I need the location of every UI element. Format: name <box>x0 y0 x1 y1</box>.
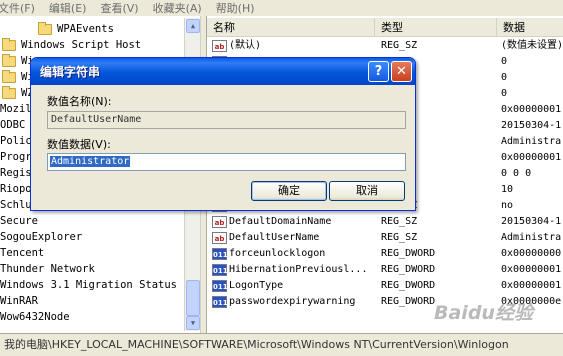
menu-help[interactable]: 帮助(H) <box>212 0 259 16</box>
value-name: forceunlocklogon <box>229 248 326 259</box>
column-header-name[interactable]: 名称 <box>207 18 375 37</box>
scroll-up-icon[interactable]: ▲ <box>186 19 200 33</box>
value-type: REG_DWORD <box>381 264 436 275</box>
tree-item[interactable]: Windows Script Host <box>2 37 141 53</box>
dword-value-icon: 011 <box>212 280 228 292</box>
list-row[interactable]: ab DefaultDomainName REG_SZ 20150304-1 <box>207 214 563 230</box>
value-data: 0x00000001 <box>501 264 562 275</box>
value-name: (默认) <box>229 40 262 51</box>
menu-bar: 文件(F) 编辑(E) 查看(V) 收藏夹(A) 帮助(H) <box>0 0 563 16</box>
value-name: DefaultDomainName <box>229 216 332 227</box>
value-name-field: DefaultUserName <box>47 111 406 129</box>
value-name: LogonType <box>229 280 284 291</box>
dialog-title: 编辑字符串 <box>40 65 101 79</box>
value-type: REG_SZ <box>381 216 418 227</box>
list-row[interactable]: 011 forceunlocklogon REG_DWORD 0x00000000 <box>207 246 563 262</box>
value-data: 20150304-1 <box>501 216 562 227</box>
value-name: passwordexpirywarning <box>229 296 356 307</box>
scroll-thumb[interactable] <box>186 280 200 316</box>
value-data: 0 0 0 <box>501 168 532 179</box>
ok-button[interactable]: 确定 <box>251 181 327 201</box>
value-data: Administra <box>501 232 562 243</box>
list-row[interactable]: 011 HibernationPreviousl... REG_DWORD 0x000… <box>207 262 563 278</box>
value-name: HibernationPreviousl... <box>229 264 368 275</box>
dword-value-icon: 011 <box>212 296 228 308</box>
tree-item[interactable]: ODBC <box>0 117 25 133</box>
value-data: 0 <box>501 56 508 67</box>
menu-edit[interactable]: 编辑(E) <box>45 0 91 16</box>
folder-icon <box>2 69 16 83</box>
help-icon[interactable]: ? <box>368 61 389 82</box>
tree-item[interactable]: Windows 3.1 Migration Status <box>0 277 177 293</box>
folder-icon <box>38 21 52 35</box>
tree-item[interactable]: WPAEvents <box>38 21 114 37</box>
value-data: 0x00000000 <box>501 248 562 259</box>
value-data-input[interactable]: Administrator <box>47 153 406 171</box>
string-value-icon: ab <box>212 216 227 228</box>
value-data: 0 <box>501 72 508 83</box>
status-bar: 我的电脑\HKEY_LOCAL_MACHINE\SOFTWARE\Microso… <box>0 333 563 356</box>
value-type: REG_DWORD <box>381 248 436 259</box>
value-data: (数值未设置) <box>501 40 563 51</box>
value-name-label: 数值名称(N): <box>47 95 112 108</box>
value-name: DefaultUserName <box>229 232 320 243</box>
menu-file[interactable]: 文件(F) <box>0 0 39 16</box>
value-type: REG_SZ <box>381 40 418 51</box>
watermark: Baidu经验 <box>434 302 533 324</box>
value-type: REG_SZ <box>381 232 418 243</box>
scroll-down-icon[interactable]: ▼ <box>186 316 200 330</box>
tree-item[interactable]: Secure <box>0 213 38 229</box>
list-row[interactable]: ab (默认) REG_SZ (数值未设置) <box>207 38 563 54</box>
value-data-selection: Administrator <box>50 156 131 167</box>
value-data: 20150304-1 <box>501 120 562 131</box>
list-row[interactable]: ab DefaultUserName REG_SZ Administra <box>207 230 563 246</box>
folder-icon <box>2 37 16 51</box>
tree-item[interactable]: Tencent <box>0 245 44 261</box>
string-value-icon: ab <box>212 40 227 52</box>
string-value-icon: ab <box>212 232 227 244</box>
dword-value-icon: 011 <box>212 264 228 276</box>
folder-icon <box>2 85 16 99</box>
value-data: 0x00000001 <box>501 104 562 115</box>
cancel-button[interactable]: 取消 <box>329 181 405 201</box>
list-header: 名称 类型 数据 <box>207 18 563 37</box>
close-icon[interactable]: ✕ <box>391 61 412 82</box>
value-type: REG_DWORD <box>381 280 436 291</box>
tree-item[interactable]: Thunder Network <box>0 261 95 277</box>
value-data: 0x00000001 <box>501 280 562 291</box>
dword-value-icon: 011 <box>212 248 228 260</box>
value-data-label: 数值数据(V): <box>47 138 111 151</box>
column-header-data[interactable]: 数据 <box>497 18 563 37</box>
tree-item[interactable]: SogouExplorer <box>0 229 82 245</box>
tree-item[interactable]: WinRAR <box>0 293 38 309</box>
folder-icon <box>2 53 16 67</box>
menu-view[interactable]: 查看(V) <box>96 0 142 16</box>
value-data: 0x00000001 <box>501 152 562 163</box>
value-data: 0 <box>501 88 508 99</box>
dialog-titlebar[interactable]: 编辑字符串 ? ✕ <box>31 58 415 85</box>
value-data: Administra <box>501 136 562 147</box>
tree-item[interactable]: Wow6432Node <box>0 309 70 325</box>
column-header-type[interactable]: 类型 <box>375 18 497 37</box>
list-row[interactable]: 011 LogonType REG_DWORD 0x00000001 <box>207 278 563 294</box>
value-data: 10 <box>501 184 514 195</box>
edit-string-dialog: 编辑字符串 ? ✕ 数值名称(N): DefaultUserName 数值数据(… <box>30 57 416 211</box>
menu-favorites[interactable]: 收藏夹(A) <box>149 0 206 16</box>
value-data: no <box>501 200 514 211</box>
